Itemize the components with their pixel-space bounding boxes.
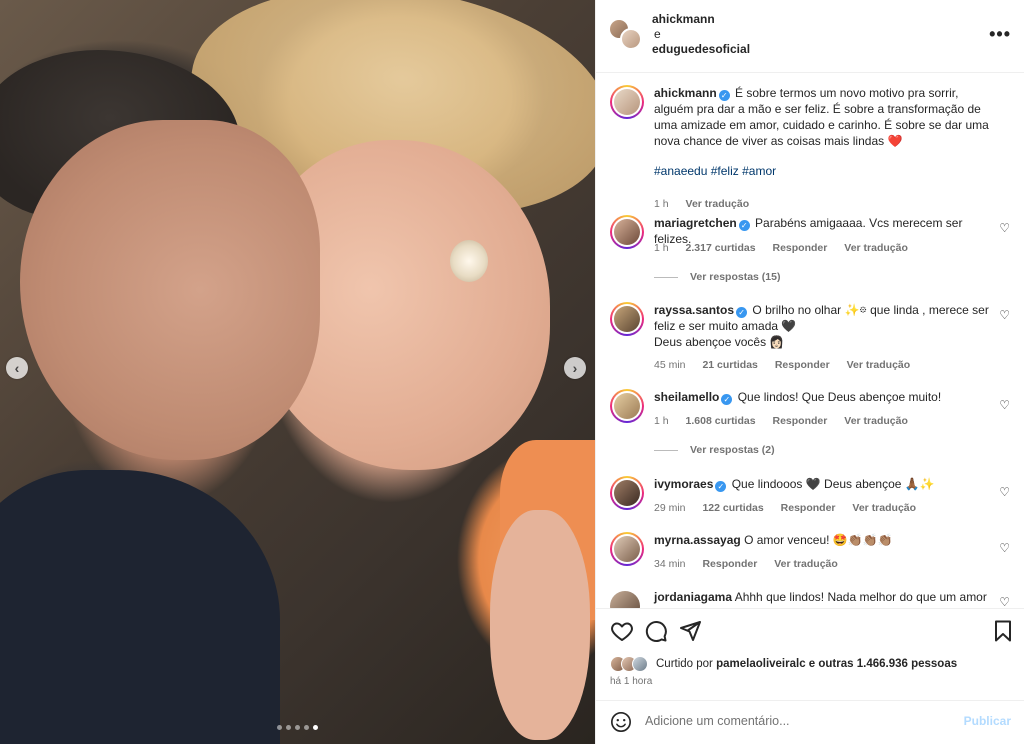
avatar-commenter[interactable] [610,389,644,423]
post-time: há 1 hora [610,676,653,687]
avatar-caption[interactable] [610,85,644,119]
comment-likes[interactable]: 122 curtidas [702,502,763,514]
emoji-icon[interactable] [610,711,632,733]
verified-icon: ✓ [736,307,748,318]
comment-username[interactable]: sheilamello [654,390,719,404]
liked-prefix: Curtido por [656,658,713,670]
heart-icon[interactable]: ♡ [999,308,1010,322]
caption-time: 1 h [654,198,669,210]
photo-shirt-man [0,470,280,744]
comment-time: 1 h [654,242,669,254]
view-replies[interactable]: Ver respostas (2) [654,444,775,456]
verified-icon: ✓ [738,220,750,231]
heart-icon[interactable]: ♡ [999,541,1010,555]
heart-icon[interactable] [610,619,634,643]
post-header: ahickmann e eduguedesoficial ••• [596,0,1024,73]
carousel-dot [295,725,300,730]
carousel-dots [277,725,318,730]
reply-link[interactable]: Responder [781,502,836,514]
comment-username[interactable]: ivymoraes [654,477,713,491]
view-replies[interactable]: Ver respostas (15) [654,271,780,283]
translate-link[interactable]: Ver tradução [686,198,750,210]
comment-time: 1 h [654,415,669,427]
comment-text: Que lindooos 🖤 Deus abençoe 🙏🏾✨ [731,477,935,491]
comment-likes[interactable]: 1.608 curtidas [686,415,756,427]
post-photo[interactable]: ‹ › [0,0,595,744]
comment-input[interactable]: Adicione um comentário... [645,714,790,728]
verified-icon: ✓ [715,481,727,492]
hashtag[interactable]: #feliz [711,164,739,178]
bookmark-icon[interactable] [991,619,1015,643]
avatar-commenter[interactable] [610,476,644,510]
comment-likes[interactable]: 21 curtidas [702,359,757,371]
comment-text-line2: Deus abençoe vocês 👩🏻 [654,335,785,349]
reply-link[interactable]: Responder [773,242,828,254]
translate-link[interactable]: Ver tradução [847,359,911,371]
comment-time: 34 min [654,558,686,570]
comment-likes[interactable]: 2.317 curtidas [686,242,756,254]
photo-hand [490,510,590,740]
share-icon[interactable] [678,619,702,643]
verified-icon: ✓ [718,90,730,101]
liker-avatar [632,656,648,672]
comment-username[interactable]: myrna.assayag [654,533,741,547]
avatar-author2[interactable] [620,28,642,50]
more-icon[interactable]: ••• [989,24,1011,45]
translate-link[interactable]: Ver tradução [852,502,916,514]
post-side-panel: ahickmann e eduguedesoficial ••• ahickma… [595,0,1024,744]
avatar-commenter[interactable] [610,215,644,249]
liked-suffix[interactable]: e outras 1.466.936 pessoas [809,658,957,670]
hashtag[interactable]: #anaeedu [654,164,707,178]
translate-link[interactable]: Ver tradução [774,558,838,570]
comment-icon[interactable] [644,619,668,643]
comments-list[interactable]: ahickmann ✓ É sobre termos um novo motivo… [596,73,1024,608]
heart-icon[interactable]: ♡ [999,485,1010,499]
hashtag[interactable]: #amor [742,164,776,178]
carousel-dot-active [313,725,318,730]
comment-username[interactable]: jordaniagama [654,590,732,604]
add-comment-bar: Adicione um comentário... Publicar [596,700,1024,745]
photo-face-man [20,120,320,460]
reply-link[interactable]: Responder [775,359,830,371]
author1-name[interactable]: ahickmann [652,12,750,27]
comment-time: 29 min [654,502,686,514]
next-icon[interactable]: › [564,357,586,379]
comment-username[interactable]: rayssa.santos [654,303,734,317]
carousel-dot [286,725,291,730]
post-actions: Curtido por pamelaoliveiralc e outras 1.… [596,608,1024,709]
photo-earring [450,240,488,282]
comment-time: 45 min [654,359,686,371]
heart-icon[interactable]: ♡ [999,221,1010,235]
reply-link[interactable]: Responder [702,558,757,570]
translate-link[interactable]: Ver tradução [844,415,908,427]
caption-username[interactable]: ahickmann [654,86,717,100]
liked-by: Curtido por pamelaoliveiralc e outras 1.… [610,656,957,672]
publish-button[interactable]: Publicar [964,714,1011,728]
avatar-commenter[interactable] [610,302,644,336]
avatar-commenter[interactable] [610,532,644,566]
avatar-commenter[interactable] [610,591,640,608]
author2-name[interactable]: eduguedesoficial [652,42,750,57]
reply-link[interactable]: Responder [773,415,828,427]
liked-user[interactable]: pamelaoliveiralc [716,658,806,670]
heart-icon[interactable]: ♡ [999,398,1010,412]
carousel-dot [277,725,282,730]
comment-text: Que lindos! Que Deus abençoe muito! [737,390,942,404]
carousel-dot [304,725,309,730]
author-connector: e [654,27,661,41]
prev-icon[interactable]: ‹ [6,357,28,379]
heart-icon[interactable]: ♡ [999,595,1010,608]
comment-text: Ahhh que lindos! Nada melhor do que um a… [734,590,987,604]
comment-username[interactable]: mariagretchen [654,216,737,230]
comment-text: O amor venceu! 🤩👏🏽👏🏽👏🏽 [744,533,893,547]
verified-icon: ✓ [721,394,733,405]
translate-link[interactable]: Ver tradução [844,242,908,254]
